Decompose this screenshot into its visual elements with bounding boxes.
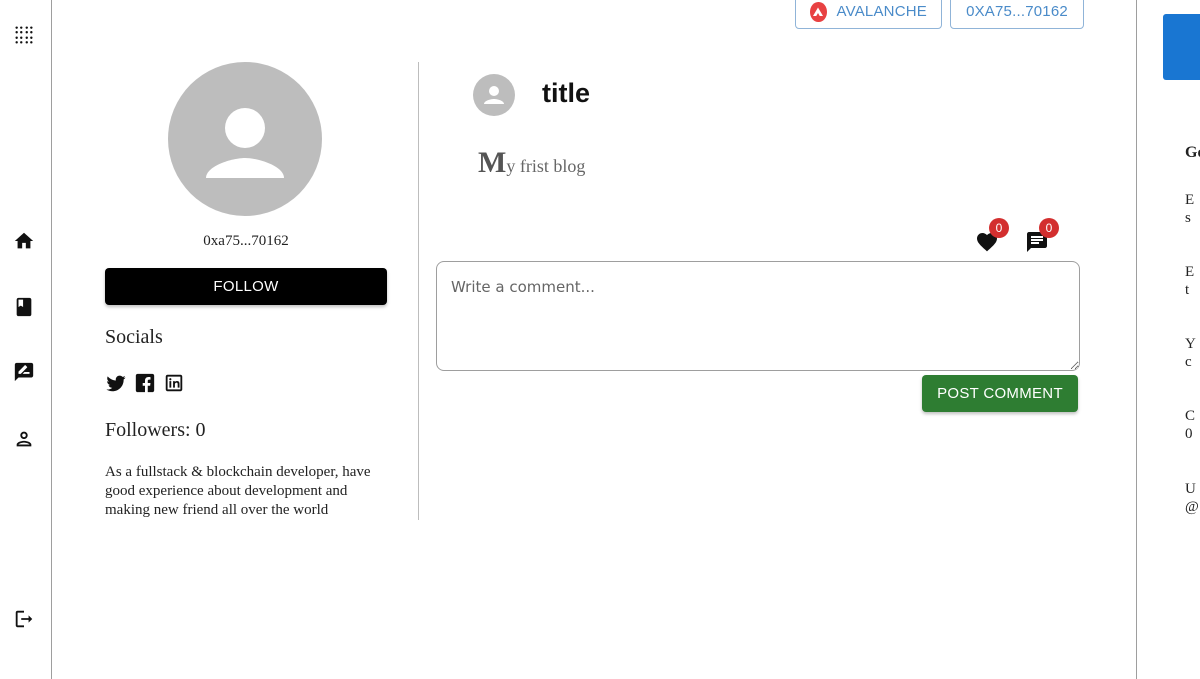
right-panel-text: E [1185, 264, 1195, 280]
right-panel: Go E s E t Y c C 0 U @ [1136, 0, 1200, 679]
like-count-badge: 0 [989, 218, 1009, 238]
comments-button[interactable]: 0 [1025, 218, 1059, 254]
socials-heading: Socials [105, 326, 163, 348]
post-body-drop-cap: M [478, 146, 507, 179]
right-panel-text: Y [1185, 336, 1196, 352]
network-button[interactable]: AVALANCHE [795, 0, 942, 29]
profile-wallet-address: 0xa75...70162 [203, 233, 289, 249]
wallet-button[interactable]: 0XA75...70162 [950, 0, 1084, 29]
post-comment-button[interactable]: POST COMMENT [922, 375, 1078, 412]
edit-note-icon[interactable] [12, 360, 36, 384]
avalanche-icon [810, 1, 827, 22]
apps-icon[interactable] [12, 23, 36, 47]
person-placeholder-icon [206, 108, 284, 178]
post-author-avatar [473, 74, 515, 116]
profile-avatar [168, 62, 322, 216]
right-panel-action-button[interactable] [1163, 14, 1200, 80]
facebook-icon[interactable] [134, 372, 156, 394]
right-panel-text: E [1185, 192, 1195, 208]
right-panel-text: @ [1185, 499, 1199, 515]
wallet-label: 0XA75...70162 [966, 3, 1068, 20]
right-panel-text: s [1185, 210, 1191, 226]
right-panel-heading: Go [1185, 144, 1200, 161]
profile-bio: As a fullstack & blockchain developer, h… [105, 464, 371, 518]
follow-button[interactable]: FOLLOW [105, 268, 387, 305]
post-title: title [542, 78, 591, 108]
linkedin-icon[interactable] [163, 372, 185, 394]
sidebar [0, 0, 52, 679]
followers-count: Followers: 0 [105, 419, 206, 441]
twitter-icon[interactable] [105, 372, 127, 394]
right-panel-text: U [1185, 481, 1196, 497]
column-divider [418, 62, 419, 520]
home-icon[interactable] [12, 229, 36, 253]
person-icon[interactable] [12, 427, 36, 451]
person-placeholder-icon [484, 86, 504, 104]
right-panel-text: 0 [1185, 426, 1193, 442]
right-panel-text: t [1185, 282, 1190, 298]
book-icon[interactable] [12, 295, 36, 319]
logout-icon[interactable] [12, 607, 36, 631]
comment-input[interactable] [436, 261, 1080, 371]
right-panel-text: c [1185, 354, 1192, 370]
like-button[interactable]: 0 [975, 218, 1009, 254]
right-panel-text: C [1185, 408, 1196, 424]
post-body: My frist blog [478, 146, 585, 180]
post-body-text: y frist blog [506, 156, 586, 176]
network-label: AVALANCHE [836, 3, 927, 20]
social-links [105, 372, 185, 394]
comment-count-badge: 0 [1039, 218, 1059, 238]
